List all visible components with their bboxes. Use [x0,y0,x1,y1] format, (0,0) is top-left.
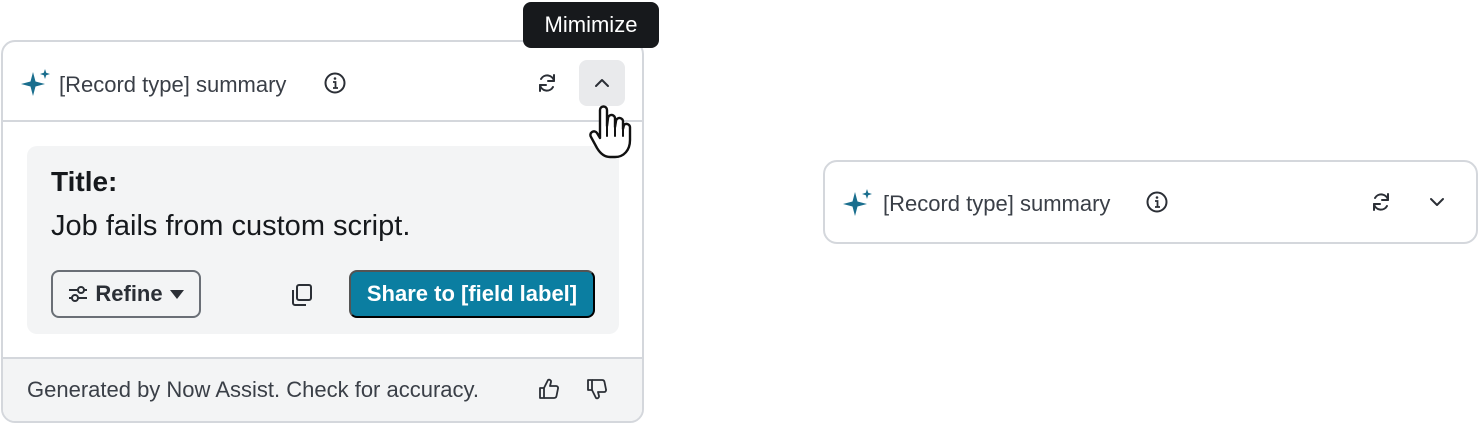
collapsed-summary-card: [Record type] summary [823,160,1478,244]
expand-button[interactable] [1414,179,1460,225]
refine-label: Refine [95,281,163,306]
sparkle-icon [21,69,50,96]
expanded-summary-card: [Record type] summary Title: Job fails f… [1,40,644,423]
card-footer: Generated by Now Assist. Check for accur… [3,357,642,421]
caret-down-icon [169,290,184,299]
sparkle-icon [843,189,872,216]
sliders-icon [69,286,88,302]
chevron-up-icon [595,79,609,87]
card-title: [Record type] summary [883,191,1111,216]
refresh-button[interactable] [524,60,570,106]
summary-title: Title: [51,166,118,197]
card-header: [Record type] summary [825,162,1476,242]
refine-button[interactable]: Refine [51,270,201,318]
copy-button[interactable] [285,278,319,312]
card-title: [Record type] summary [59,72,287,97]
chevron-down-icon [1430,198,1444,206]
thumbs-down-button[interactable] [583,375,611,403]
copy-icon [292,284,312,306]
refresh-button[interactable] [1358,179,1404,225]
thumbs-up-button[interactable] [535,375,563,403]
minimize-button[interactable] [579,60,625,106]
refresh-icon [1373,193,1389,211]
info-icon[interactable] [1145,190,1169,214]
summary-panel: Title: Job fails from custom script. Ref… [27,146,619,334]
thumbs-up-icon [539,378,559,399]
hand-cursor-icon [589,105,632,159]
summary-text: Job fails from custom script. [51,210,411,242]
refresh-icon [539,74,555,92]
thumbs-down-icon [587,379,607,400]
disclaimer-text: Generated by Now Assist. Check for accur… [27,377,479,402]
info-icon[interactable] [323,71,347,95]
minimize-tooltip: Mimimize [523,2,659,48]
share-to-field-button[interactable]: Share to [field label] [349,270,595,318]
card-header: [Record type] summary [3,42,642,122]
